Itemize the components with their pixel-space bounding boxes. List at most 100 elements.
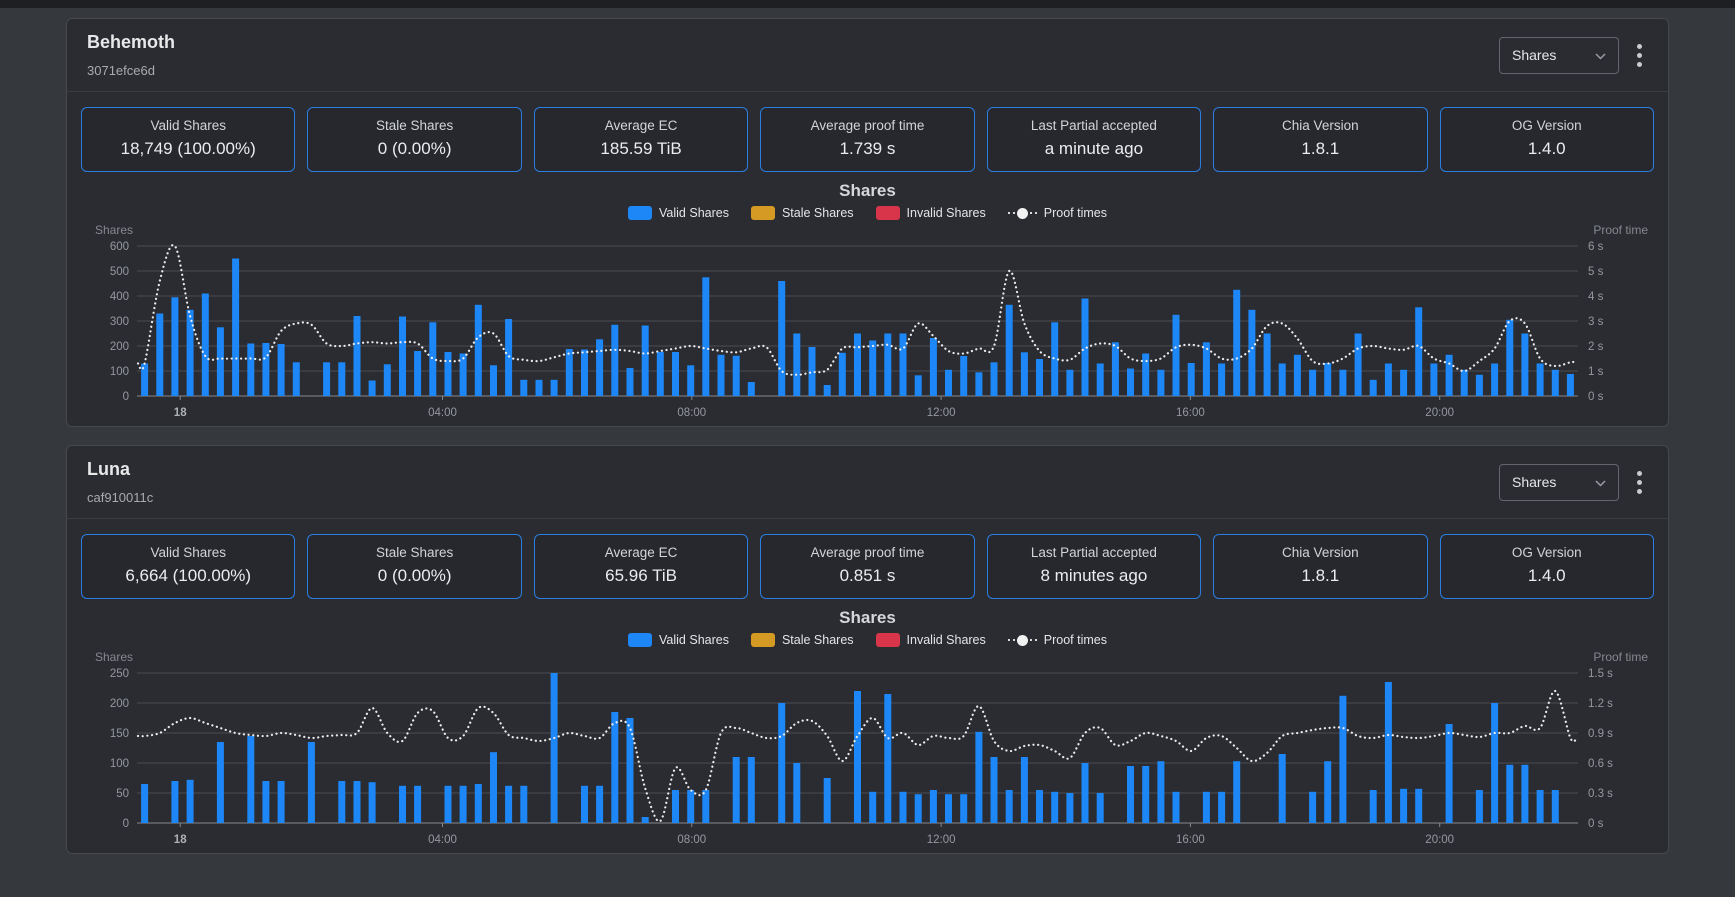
svg-text:1.2 s: 1.2 s	[1588, 698, 1613, 710]
stat-value: a minute ago	[992, 139, 1196, 159]
farmer-name: Behemoth	[87, 32, 175, 53]
svg-text:08:00: 08:00	[677, 407, 706, 419]
legend-label: Invalid Shares	[907, 633, 986, 647]
stat-value: 0 (0.00%)	[312, 139, 516, 159]
svg-text:300: 300	[110, 316, 129, 328]
svg-text:0.6 s: 0.6 s	[1588, 758, 1613, 770]
chevron-down-icon	[1595, 47, 1606, 63]
stat-card-og-version: OG Version 1.4.0	[1440, 107, 1654, 172]
stat-value: 0 (0.00%)	[312, 566, 516, 586]
stats-row: Valid Shares 18,749 (100.00%) Stale Shar…	[67, 92, 1668, 172]
stats-row: Valid Shares 6,664 (100.00%) Stale Share…	[67, 519, 1668, 599]
svg-text:0.3 s: 0.3 s	[1588, 788, 1613, 800]
stat-label: Average proof time	[765, 118, 969, 133]
stat-label: Average proof time	[765, 545, 969, 560]
chart-type-value: Shares	[1512, 474, 1556, 490]
stat-label: Last Partial accepted	[992, 545, 1196, 560]
stat-label: Average EC	[539, 118, 743, 133]
panel-header: Luna caf910011c Shares	[67, 446, 1668, 519]
stat-card-stale-shares: Stale Shares 0 (0.00%)	[307, 107, 521, 172]
svg-text:400: 400	[110, 291, 129, 303]
stat-label: Valid Shares	[86, 118, 290, 133]
legend-label: Stale Shares	[782, 633, 854, 647]
svg-text:600: 600	[110, 241, 129, 253]
stat-value: 6,664 (100.00%)	[86, 566, 290, 586]
stat-card-average-proof-time: Average proof time 1.739 s	[760, 107, 974, 172]
chart-type-value: Shares	[1512, 47, 1556, 63]
legend-stale-shares[interactable]: Stale Shares	[751, 206, 854, 220]
svg-text:4 s: 4 s	[1588, 291, 1604, 303]
svg-text:16:00: 16:00	[1176, 834, 1205, 846]
chart-type-select[interactable]: Shares	[1499, 37, 1619, 74]
svg-text:250: 250	[110, 668, 129, 680]
farmer-id: 3071efce6d	[87, 63, 175, 78]
chart-title: Shares	[67, 608, 1668, 628]
panel-titles: Behemoth 3071efce6d	[87, 32, 175, 78]
svg-text:Proof time: Proof time	[1593, 650, 1648, 664]
panel-controls: Shares	[1499, 464, 1648, 501]
legend-valid-shares[interactable]: Valid Shares	[628, 633, 729, 647]
svg-text:150: 150	[110, 728, 129, 740]
stat-value: 185.59 TiB	[539, 139, 743, 159]
stat-card-last-partial: Last Partial accepted a minute ago	[987, 107, 1201, 172]
legend-invalid-shares[interactable]: Invalid Shares	[876, 633, 986, 647]
svg-text:3 s: 3 s	[1588, 316, 1604, 328]
legend-proof-times[interactable]: Proof times	[1008, 206, 1107, 220]
stat-value: 1.4.0	[1445, 139, 1649, 159]
legend-label: Proof times	[1044, 633, 1107, 647]
svg-text:08:00: 08:00	[677, 834, 706, 846]
stat-label: Stale Shares	[312, 545, 516, 560]
stat-card-valid-shares: Valid Shares 6,664 (100.00%)	[81, 534, 295, 599]
svg-text:1.5 s: 1.5 s	[1588, 668, 1613, 680]
svg-text:16:00: 16:00	[1176, 407, 1205, 419]
svg-text:50: 50	[116, 788, 129, 800]
svg-text:200: 200	[110, 341, 129, 353]
farmer-panel-behemoth: Behemoth 3071efce6d Shares Valid Shares …	[66, 18, 1669, 427]
svg-text:20:00: 20:00	[1425, 407, 1454, 419]
farmer-id: caf910011c	[87, 490, 153, 505]
shares-chart: 0501001502002500 s0.3 s0.6 s0.9 s1.2 s1.…	[85, 649, 1650, 849]
legend-stale-shares[interactable]: Stale Shares	[751, 633, 854, 647]
chart-type-select[interactable]: Shares	[1499, 464, 1619, 501]
stat-value: 1.8.1	[1218, 566, 1422, 586]
valid-shares-swatch-icon	[628, 633, 652, 647]
stat-card-average-ec: Average EC 185.59 TiB	[534, 107, 748, 172]
proof-times-dotted-line-icon	[1008, 635, 1037, 646]
svg-text:5 s: 5 s	[1588, 266, 1604, 278]
stat-card-valid-shares: Valid Shares 18,749 (100.00%)	[81, 107, 295, 172]
svg-text:100: 100	[110, 758, 129, 770]
stat-value: 8 minutes ago	[992, 566, 1196, 586]
stat-label: Average EC	[539, 545, 743, 560]
svg-text:04:00: 04:00	[428, 407, 457, 419]
svg-text:18: 18	[174, 834, 187, 846]
stat-label: Stale Shares	[312, 118, 516, 133]
svg-text:20:00: 20:00	[1425, 834, 1454, 846]
legend-invalid-shares[interactable]: Invalid Shares	[876, 206, 986, 220]
svg-text:Proof time: Proof time	[1593, 223, 1648, 237]
window-top-edge	[0, 0, 1735, 8]
stat-value: 65.96 TiB	[539, 566, 743, 586]
stat-value: 18,749 (100.00%)	[86, 139, 290, 159]
panel-menu-button[interactable]	[1631, 40, 1648, 71]
valid-shares-swatch-icon	[628, 206, 652, 220]
stat-card-stale-shares: Stale Shares 0 (0.00%)	[307, 534, 521, 599]
stat-value: 0.851 s	[765, 566, 969, 586]
svg-text:500: 500	[110, 266, 129, 278]
chart-legend: Valid Shares Stale Shares Invalid Shares…	[67, 206, 1668, 220]
legend-valid-shares[interactable]: Valid Shares	[628, 206, 729, 220]
legend-proof-times[interactable]: Proof times	[1008, 633, 1107, 647]
svg-text:2 s: 2 s	[1588, 341, 1604, 353]
svg-text:0.9 s: 0.9 s	[1588, 728, 1613, 740]
chevron-down-icon	[1595, 474, 1606, 490]
svg-text:6 s: 6 s	[1588, 241, 1604, 253]
legend-label: Proof times	[1044, 206, 1107, 220]
stat-card-last-partial: Last Partial accepted 8 minutes ago	[987, 534, 1201, 599]
svg-text:Shares: Shares	[95, 223, 133, 237]
farmer-name: Luna	[87, 459, 153, 480]
stat-label: OG Version	[1445, 118, 1649, 133]
stat-label: Chia Version	[1218, 545, 1422, 560]
stat-label: Valid Shares	[86, 545, 290, 560]
legend-label: Stale Shares	[782, 206, 854, 220]
stat-card-chia-version: Chia Version 1.8.1	[1213, 107, 1427, 172]
panel-menu-button[interactable]	[1631, 467, 1648, 498]
